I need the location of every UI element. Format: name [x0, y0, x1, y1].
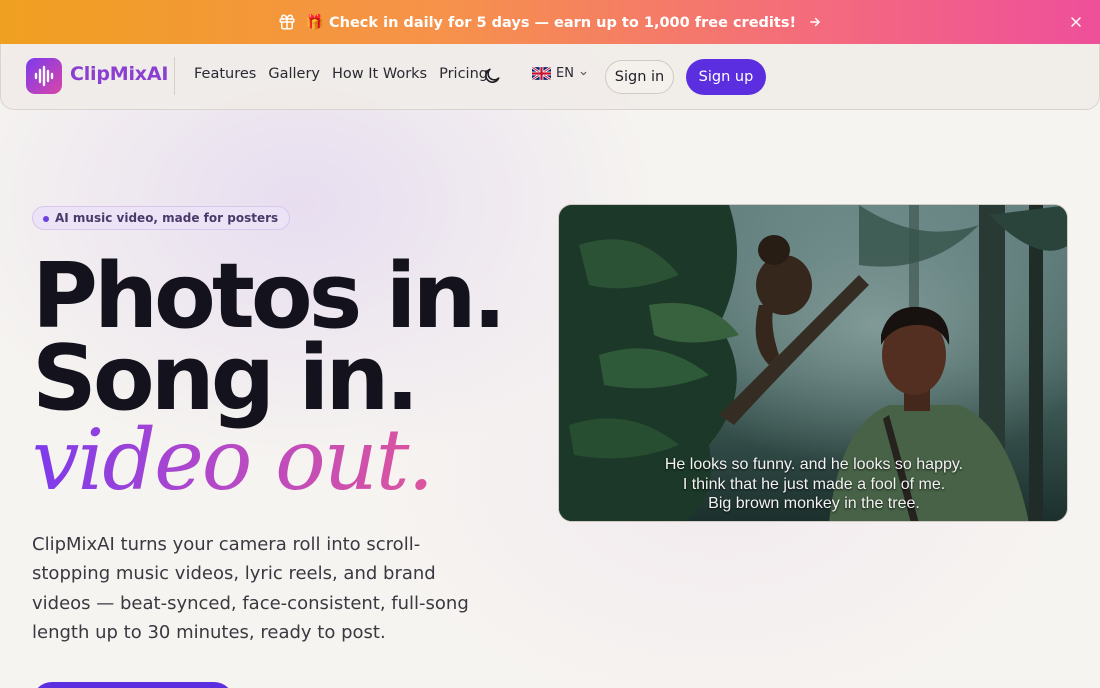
language-selector[interactable]: EN	[532, 66, 588, 81]
video-subtitles: He looks so funny. and he looks so happy…	[559, 455, 1067, 514]
primary-cta-button[interactable]	[32, 682, 234, 688]
hero-video[interactable]: He looks so funny. and he looks so happy…	[558, 204, 1068, 522]
promo-text[interactable]: 🎁 Check in daily for 5 days — earn up to…	[306, 14, 796, 31]
uk-flag-icon	[532, 67, 551, 80]
moon-icon[interactable]	[482, 66, 502, 86]
nav-link-gallery[interactable]: Gallery	[268, 66, 320, 82]
logo[interactable]	[26, 58, 62, 94]
sign-in-button[interactable]: Sign in	[605, 60, 674, 94]
language-label: EN	[556, 66, 574, 81]
nav-link-features[interactable]: Features	[194, 66, 256, 82]
navbar: ClipMixAI Features Gallery How It Works …	[0, 44, 1100, 110]
badge-text: AI music video, made for posters	[55, 211, 279, 225]
subtitle-line-1: He looks so funny. and he looks so happy…	[664, 456, 964, 473]
hero-lead: ClipMixAI turns your camera roll into sc…	[32, 534, 469, 643]
close-icon[interactable]	[1068, 14, 1084, 30]
nav-link-pricing[interactable]: Pricing	[439, 66, 488, 82]
soundwave-icon	[34, 65, 54, 87]
subtitle-line-3: Big brown monkey in the tree.	[708, 495, 920, 512]
sign-up-button[interactable]: Sign up	[686, 59, 766, 95]
promo-banner[interactable]: 🎁 Check in daily for 5 days — earn up to…	[0, 0, 1100, 44]
nav-divider	[174, 57, 175, 95]
arrow-right-icon[interactable]	[808, 15, 822, 29]
nav-links: Features Gallery How It Works Pricing	[194, 66, 488, 82]
chevron-down-icon	[580, 71, 587, 76]
badge-dot	[43, 216, 49, 222]
gift-icon	[279, 14, 295, 30]
headline-line-3: video out.	[32, 418, 444, 502]
brand-name[interactable]: ClipMixAI	[70, 63, 168, 85]
hero-badge: AI music video, made for posters	[32, 206, 291, 230]
nav-link-how-it-works[interactable]: How It Works	[332, 66, 427, 82]
subtitle-line-2: I think that he just made a fool of me.	[682, 475, 946, 493]
